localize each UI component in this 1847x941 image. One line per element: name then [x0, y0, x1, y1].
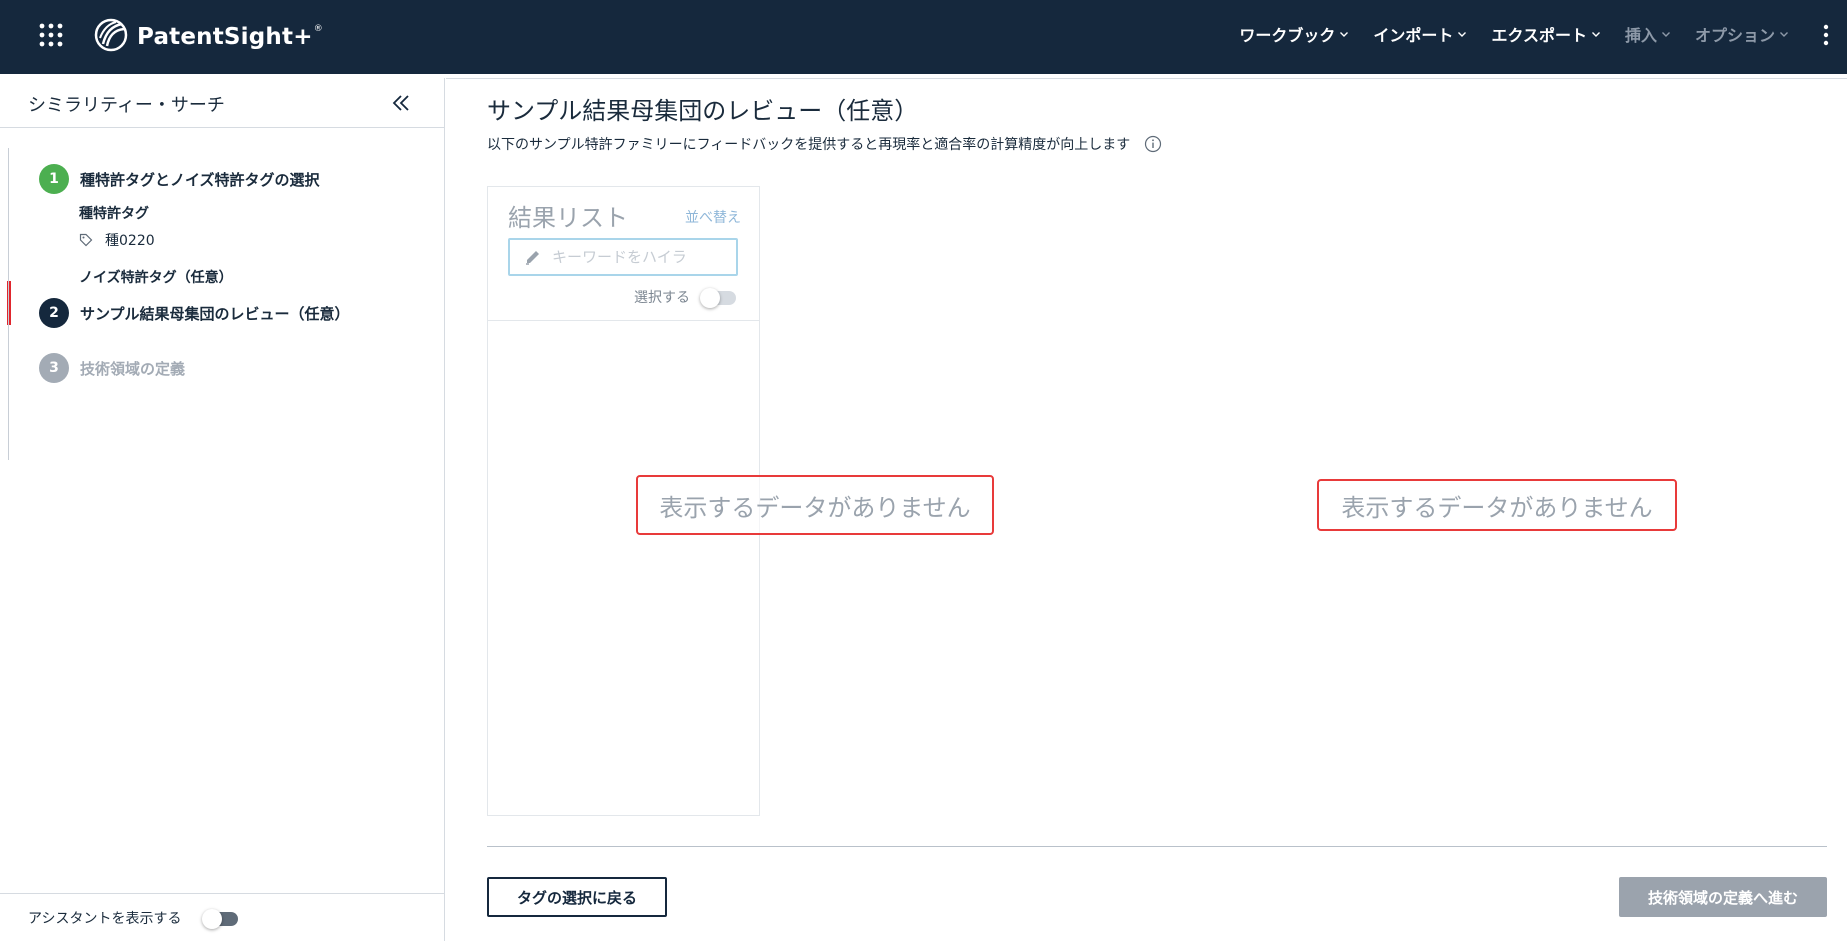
grid-icon[interactable] — [38, 22, 64, 48]
chevron-down-icon — [1340, 32, 1349, 37]
step-3-number: 3 — [39, 353, 69, 383]
empty-state-right: 表示するデータがありません — [1317, 479, 1677, 531]
step-3[interactable]: 3 技術領域の定義 — [39, 353, 185, 383]
sidebar-title: シミラリティー・サーチ — [28, 95, 225, 116]
step-2[interactable]: 2 サンプル結果母集団のレビュー（任意） — [39, 298, 350, 328]
empty-state-left: 表示するデータがありません — [636, 475, 994, 535]
main-content: サンプル結果母集団のレビュー（任意） 以下のサンプル特許ファミリーにフィードバッ… — [446, 78, 1847, 941]
select-toggle-label: 選択する — [634, 290, 690, 306]
info-icon[interactable] — [1144, 135, 1162, 153]
result-list-title: 結果リスト — [508, 204, 628, 232]
proceed-to-tech-domain-button[interactable]: 技術領域の定義へ進む — [1619, 877, 1827, 917]
keyword-highlight-field — [508, 238, 738, 276]
page-subtitle: 以下のサンプル特許ファミリーにフィードバックを提供すると再現率と適合率の計算精度… — [487, 134, 1162, 154]
result-list-header: 結果リスト 並べ替え 選択する — [488, 187, 759, 321]
step-1-label: 種特許タグとノイズ特許タグの選択 — [80, 170, 320, 189]
chevron-down-icon — [1458, 32, 1467, 37]
collapse-sidebar-icon[interactable] — [390, 92, 412, 114]
chevron-down-icon — [1661, 32, 1670, 37]
sort-link[interactable]: 並べ替え — [685, 207, 741, 227]
toggle-knob — [202, 909, 222, 929]
menu-options[interactable]: オプション — [1695, 22, 1789, 46]
toggle-knob — [700, 288, 720, 308]
step-2-number: 2 — [39, 298, 69, 328]
kebab-icon[interactable] — [1819, 24, 1833, 46]
assistant-toggle-label: アシスタントを表示する — [28, 911, 182, 927]
menu-import[interactable]: インポート — [1373, 22, 1467, 46]
seed-tag-item: 種0220 — [79, 230, 155, 250]
step-1-number: 1 — [39, 164, 69, 194]
page-title: サンプル結果母集団のレビュー（任意） — [487, 97, 919, 125]
noise-tag-heading: ノイズ特許タグ（任意） — [79, 270, 233, 286]
select-toggle[interactable] — [700, 288, 736, 308]
menu-insert[interactable]: 挿入 — [1625, 22, 1671, 46]
step-list: 1 種特許タグとノイズ特許タグの選択 種特許タグ 種0220 ノイズ特許タグ（任… — [8, 148, 428, 460]
step-2-label: サンプル結果母集団のレビュー（任意） — [80, 304, 350, 323]
sidebar-header: シミラリティー・サーチ — [0, 78, 444, 128]
seed-tag-heading: 種特許タグ — [79, 206, 149, 222]
step-1[interactable]: 1 種特許タグとノイズ特許タグの選択 — [39, 164, 320, 194]
menu-export[interactable]: エクスポート — [1491, 22, 1601, 46]
footer-divider — [487, 846, 1827, 847]
sidebar: シミラリティー・サーチ 1 種特許タグとノイズ特許タグの選択 種特許タグ 種02… — [0, 78, 445, 941]
keyword-highlight-input[interactable] — [552, 248, 732, 266]
app-name: PatentSight+® — [137, 24, 323, 50]
top-bar: PatentSight+® ワークブック インポート エクスポート 挿入 オプシ… — [0, 0, 1847, 74]
tag-icon — [79, 233, 93, 247]
highlighter-icon — [526, 251, 539, 265]
seed-tag-value: 種0220 — [105, 233, 155, 249]
sidebar-footer: アシスタントを表示する — [0, 893, 445, 941]
patentsight-logo-icon — [94, 18, 128, 56]
assistant-toggle[interactable] — [202, 909, 238, 929]
chevron-down-icon — [1591, 32, 1600, 37]
brand[interactable]: PatentSight+® — [94, 18, 323, 56]
menu-workbook[interactable]: ワークブック — [1239, 22, 1349, 46]
top-menu: ワークブック インポート エクスポート 挿入 オプション — [1215, 22, 1789, 46]
chevron-down-icon — [1780, 32, 1788, 37]
back-to-tag-selection-button[interactable]: タグの選択に戻る — [487, 877, 667, 917]
page-subtitle-text: 以下のサンプル特許ファミリーにフィードバックを提供すると再現率と適合率の計算精度… — [487, 137, 1131, 153]
step-3-label: 技術領域の定義 — [80, 359, 186, 378]
